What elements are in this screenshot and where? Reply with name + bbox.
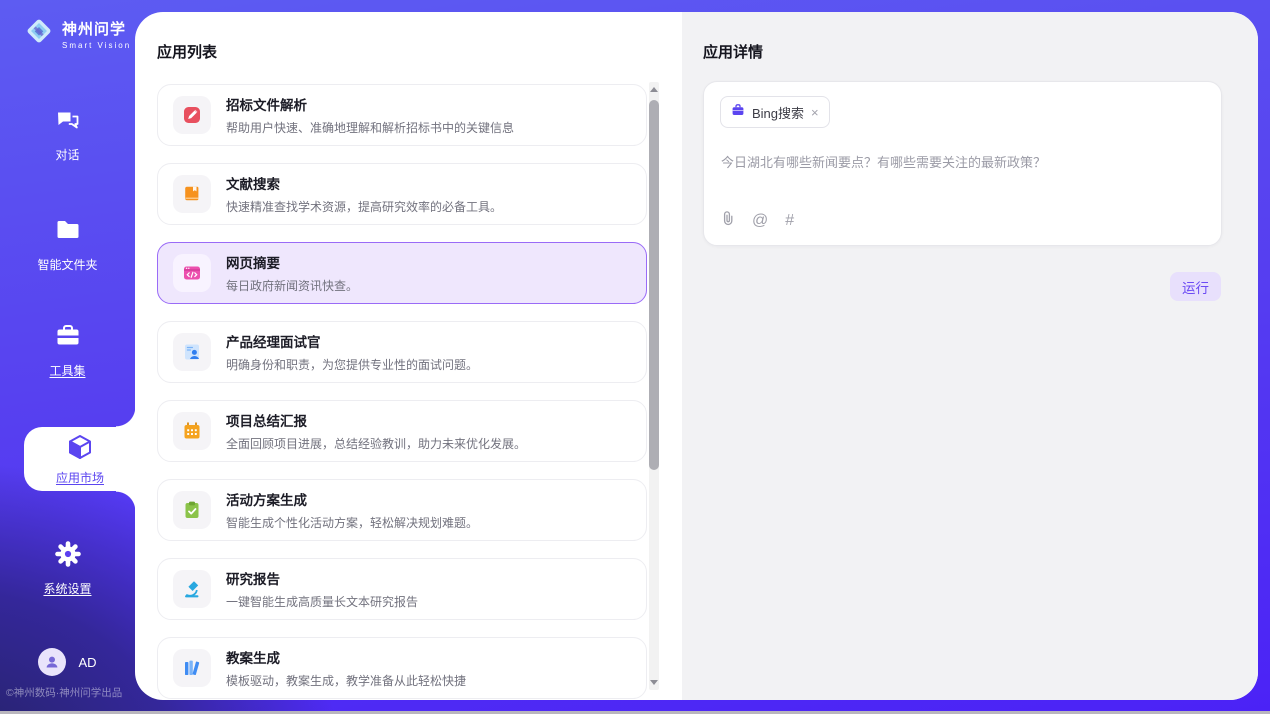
tool-chip-bing-search[interactable]: Bing搜索 × — [720, 96, 830, 128]
composer-toolbar: @ # — [721, 210, 794, 231]
cube-icon — [66, 448, 94, 465]
app-description: 一键智能生成高质量长文本研究报告 — [226, 593, 418, 610]
app-list-scrollbar[interactable] — [649, 82, 659, 690]
app-detail-panel: 应用详情 Bing搜索 × 今日湖北有哪些新闻要点？有哪些需要关注的最新政策？ — [682, 12, 1258, 700]
brand-logo: 神州问学 Smart Vision — [24, 16, 131, 51]
gear-icon — [54, 555, 82, 572]
sidebar-item-chat[interactable]: 对话 — [0, 106, 135, 163]
toolbox-icon — [54, 337, 82, 354]
close-icon[interactable]: × — [811, 106, 819, 119]
app-name: 项目总结汇报 — [226, 410, 526, 430]
app-description: 明确身份和职责，为您提供专业性的面试问题。 — [226, 356, 478, 373]
sidebar-item-label: 应用市场 — [24, 469, 136, 486]
clipboard-check-icon — [173, 491, 211, 529]
app-description: 帮助用户快速、准确地理解和解析招标书中的关键信息 — [226, 119, 514, 136]
app-detail-title: 应用详情 — [703, 41, 763, 62]
folder-icon — [54, 231, 82, 248]
diamond-logo-icon — [24, 16, 54, 51]
hash-tag-icon[interactable]: # — [785, 213, 794, 229]
briefcase-icon — [731, 103, 745, 122]
chat-icon — [54, 121, 82, 138]
calendar-icon — [173, 412, 211, 450]
interviewer-icon — [173, 333, 211, 371]
app-name: 文献搜索 — [226, 173, 502, 193]
app-card-event-plan[interactable]: 活动方案生成 智能生成个性化活动方案，轻松解决规划难题。 — [157, 479, 647, 541]
microscope-icon — [173, 570, 211, 608]
avatar — [38, 648, 66, 676]
sidebar-item-smart-folder[interactable]: 智能文件夹 — [0, 216, 135, 273]
book-icon — [173, 175, 211, 213]
books-icon — [173, 649, 211, 687]
sidebar-item-label: 系统设置 — [0, 580, 135, 597]
app-name: 研究报告 — [226, 568, 418, 588]
prompt-input-card[interactable]: Bing搜索 × 今日湖北有哪些新闻要点？有哪些需要关注的最新政策？ @ # — [703, 81, 1222, 246]
active-tab-fillet-bottom — [116, 491, 136, 511]
sidebar: 神州问学 Smart Vision 对话 智能文件夹 — [0, 0, 135, 714]
sidebar-item-label: 对话 — [0, 146, 135, 163]
app-card-research-report[interactable]: 研究报告 一键智能生成高质量长文本研究报告 — [157, 558, 647, 620]
document-pen-icon — [173, 96, 211, 134]
sidebar-item-label: 智能文件夹 — [0, 256, 135, 273]
app-description: 模板驱动，教案生成，教学准备从此轻松快捷 — [226, 672, 466, 689]
app-card-pm-interviewer[interactable]: 产品经理面试官 明确身份和职责，为您提供专业性的面试问题。 — [157, 321, 647, 383]
copyright-footer: ©神州数码·神州问学出品 — [6, 685, 135, 700]
run-button[interactable]: 运行 — [1170, 272, 1221, 301]
brand-tagline: Smart Vision — [62, 41, 131, 50]
app-window: 神州问学 Smart Vision 对话 智能文件夹 — [0, 0, 1270, 714]
app-name: 教案生成 — [226, 647, 466, 667]
brand-name: 神州问学 — [62, 18, 131, 39]
paperclip-icon[interactable] — [721, 210, 735, 231]
app-card-lesson-plan[interactable]: 教案生成 模板驱动，教案生成，教学准备从此轻松快捷 — [157, 637, 647, 699]
app-card-list: 招标文件解析 帮助用户快速、准确地理解和解析招标书中的关键信息 文献搜索 — [157, 84, 649, 700]
user-initials: AD — [78, 655, 96, 670]
app-list-title: 应用列表 — [157, 41, 217, 62]
app-card-web-summary[interactable]: 网页摘要 每日政府新闻资讯快查。 — [157, 242, 647, 304]
main-content: 应用列表 招标文件解析 帮助用户快速、准确地理解和解析招标书中的关键信息 — [135, 12, 1258, 700]
scroll-up-icon[interactable] — [650, 87, 658, 92]
app-name: 活动方案生成 — [226, 489, 478, 509]
scrollbar-thumb[interactable] — [649, 100, 659, 470]
sidebar-item-toolset[interactable]: 工具集 — [0, 322, 135, 379]
app-name: 产品经理面试官 — [226, 331, 478, 351]
tool-chip-label: Bing搜索 — [752, 103, 804, 122]
app-description: 智能生成个性化活动方案，轻松解决规划难题。 — [226, 514, 478, 531]
app-description: 快速精准查找学术资源，提高研究效率的必备工具。 — [226, 198, 502, 215]
sidebar-item-settings[interactable]: 系统设置 — [0, 540, 135, 597]
app-card-project-summary[interactable]: 项目总结汇报 全面回顾项目进展，总结经验教训，助力未来优化发展。 — [157, 400, 647, 462]
browser-code-icon — [173, 254, 211, 292]
at-mention-icon[interactable]: @ — [752, 213, 768, 229]
app-name: 招标文件解析 — [226, 94, 514, 114]
app-card-bid-document-parse[interactable]: 招标文件解析 帮助用户快速、准确地理解和解析招标书中的关键信息 — [157, 84, 647, 146]
scroll-down-icon[interactable] — [650, 680, 658, 685]
sidebar-item-app-market[interactable]: 应用市场 — [24, 427, 136, 491]
app-description: 每日政府新闻资讯快查。 — [226, 277, 358, 294]
prompt-text[interactable]: 今日湖北有哪些新闻要点？有哪些需要关注的最新政策？ — [721, 152, 1201, 171]
app-card-literature-search[interactable]: 文献搜索 快速精准查找学术资源，提高研究效率的必备工具。 — [157, 163, 647, 225]
sidebar-item-label: 工具集 — [0, 362, 135, 379]
app-description: 全面回顾项目进展，总结经验教训，助力未来优化发展。 — [226, 435, 526, 452]
app-name: 网页摘要 — [226, 252, 358, 272]
user-account[interactable]: AD — [0, 648, 135, 676]
active-tab-fillet-top — [116, 407, 136, 427]
